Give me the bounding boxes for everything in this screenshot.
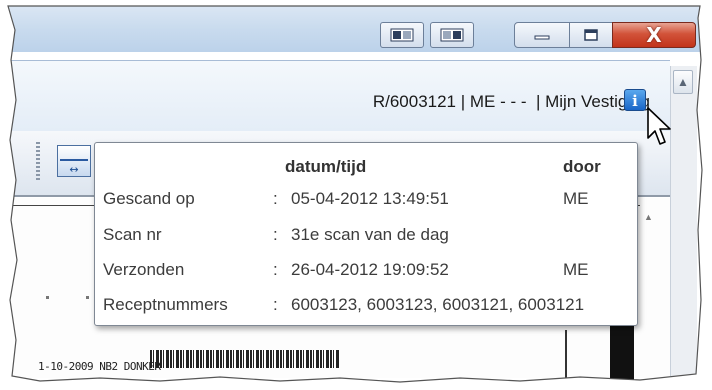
torn-edge-frame (0, 0, 712, 390)
